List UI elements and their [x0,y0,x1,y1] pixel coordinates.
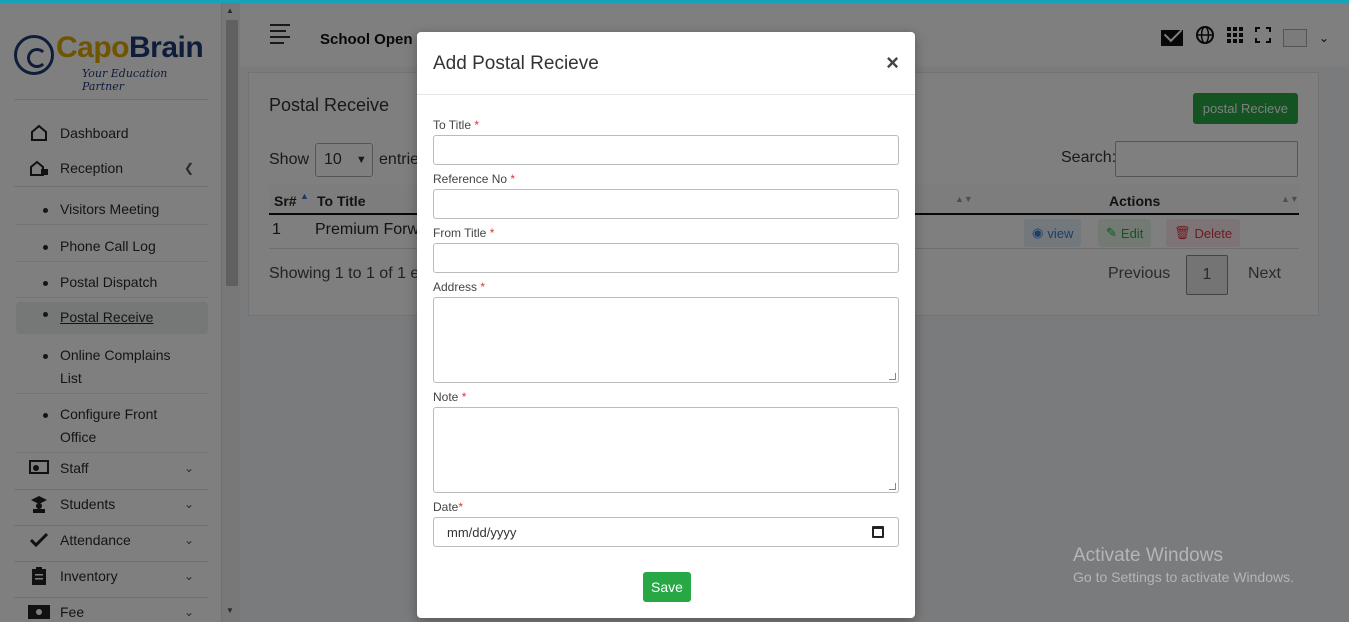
from-title-input[interactable] [433,243,899,273]
watermark-title: Activate Windows [1073,545,1223,566]
close-icon[interactable]: × [886,50,899,76]
to-title-input[interactable] [433,135,899,165]
date-placeholder: mm/dd/yyyy [447,525,517,540]
address-label: Address * [433,280,486,294]
reference-no-input[interactable] [433,189,899,219]
reference-no-label: Reference No * [433,172,516,186]
date-label: Date* [433,500,464,514]
modal-title: Add Postal Recieve [433,53,599,74]
watermark-subtitle: Go to Settings to activate Windows. [1073,569,1294,585]
windows-activation-watermark: Activate Windows Go to Settings to activ… [1073,545,1294,585]
note-textarea[interactable] [433,407,899,493]
save-button[interactable]: Save [643,572,691,602]
add-postal-modal: Add Postal Recieve × To Title * Referenc… [417,32,915,618]
address-textarea[interactable] [433,297,899,383]
note-label: Note * [433,390,467,404]
calendar-icon[interactable] [872,526,884,538]
date-input[interactable]: mm/dd/yyyy [433,517,899,547]
to-title-label: To Title * [433,118,480,132]
from-title-label: From Title * [433,226,495,240]
modal-header: Add Postal Recieve × [417,32,915,95]
